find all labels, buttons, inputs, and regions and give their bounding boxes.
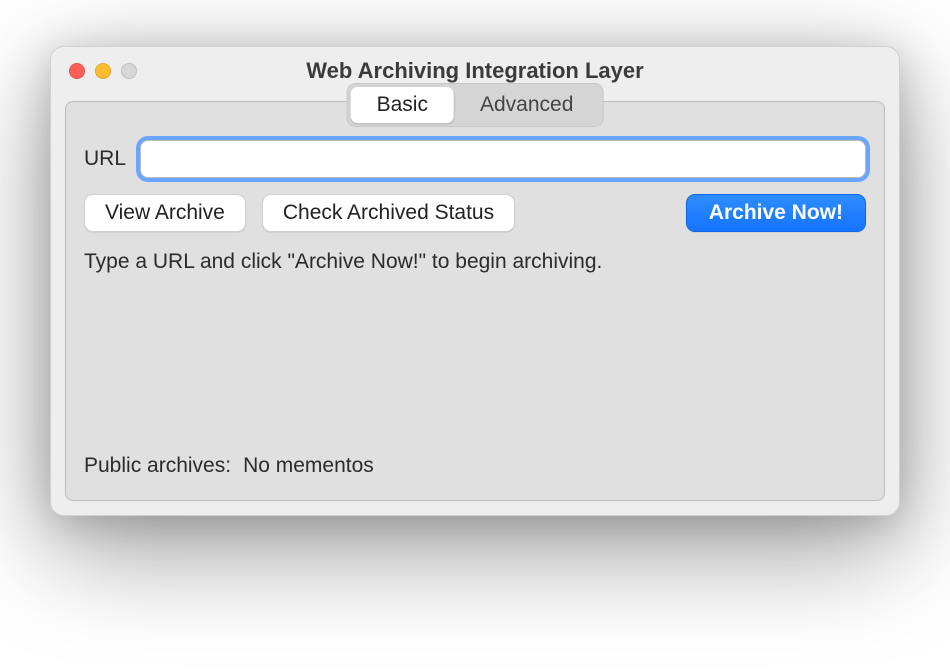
url-input[interactable] — [140, 140, 866, 178]
url-row: URL — [84, 140, 866, 178]
status-row: Public archives: No mementos — [84, 454, 866, 478]
check-status-button[interactable]: Check Archived Status — [262, 194, 515, 232]
tab-advanced[interactable]: Advanced — [454, 87, 599, 123]
view-archive-button[interactable]: View Archive — [84, 194, 246, 232]
hint-text: Type a URL and click "Archive Now!" to b… — [84, 250, 866, 274]
app-window: Web Archiving Integration Layer Basic Ad… — [50, 46, 900, 516]
main-panel: Basic Advanced URL View Archive Check Ar… — [65, 101, 885, 501]
tab-basic[interactable]: Basic — [351, 87, 454, 123]
public-archives-value: No mementos — [243, 454, 374, 478]
close-icon[interactable] — [69, 63, 85, 79]
minimize-icon[interactable] — [95, 63, 111, 79]
public-archives-label: Public archives: — [84, 454, 231, 478]
archive-now-button[interactable]: Archive Now! — [686, 194, 866, 232]
tab-group: Basic Advanced — [347, 83, 604, 127]
window-title: Web Archiving Integration Layer — [51, 58, 899, 84]
url-label: URL — [84, 147, 126, 171]
button-row: View Archive Check Archived Status Archi… — [84, 194, 866, 232]
window-controls — [51, 63, 137, 79]
zoom-icon[interactable] — [121, 63, 137, 79]
